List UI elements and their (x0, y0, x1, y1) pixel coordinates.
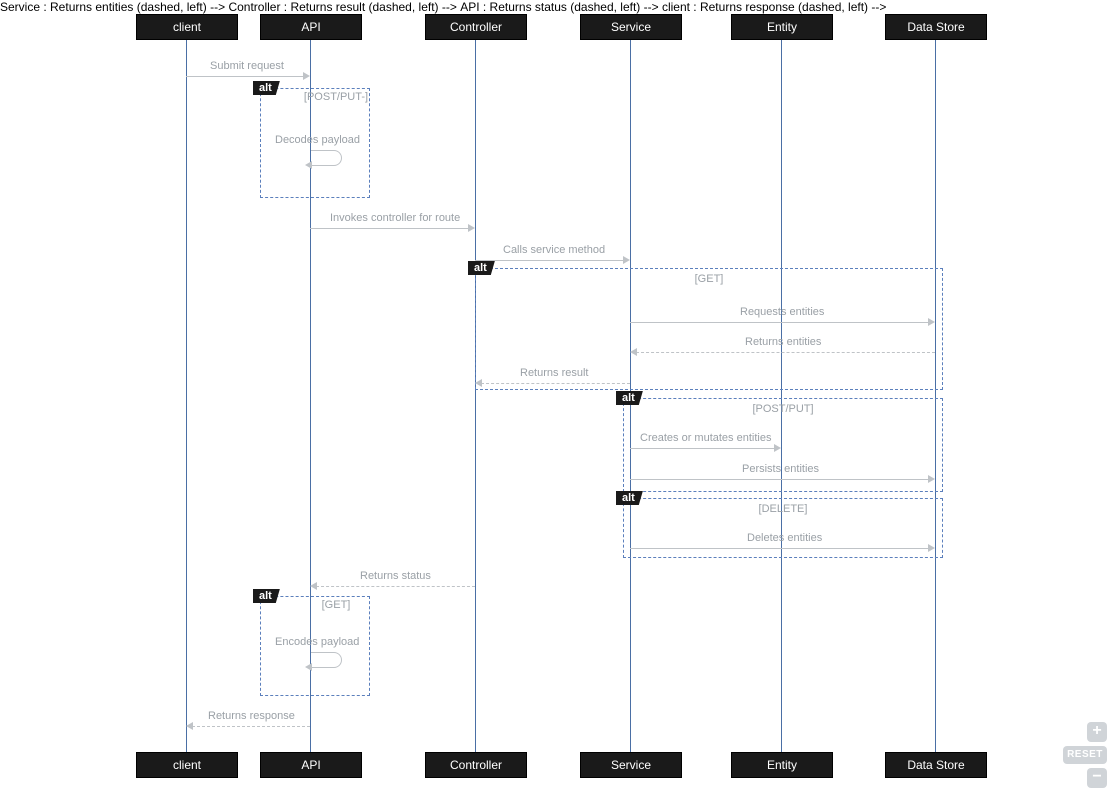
arrow-head-icon (928, 544, 935, 552)
actor-label: Service (611, 20, 651, 34)
arrow (186, 76, 304, 77)
actor-label: Data Store (907, 758, 964, 772)
actor-entity-bot: Entity (731, 752, 833, 778)
self-loop-icon (311, 652, 342, 668)
alt-tag: alt (253, 81, 280, 95)
self-loop-icon (311, 150, 342, 166)
lifeline-entity (781, 39, 782, 753)
msg-calls-service: Calls service method (503, 244, 605, 256)
arrow-head-icon (928, 475, 935, 483)
zoom-reset-button[interactable]: RESET (1063, 746, 1107, 764)
actor-api-top: API (260, 14, 362, 40)
alt-cond-get2: [GET] (301, 599, 371, 611)
arrow-head-icon (475, 379, 482, 387)
zoom-out-button[interactable]: − (1087, 768, 1107, 788)
arrow (316, 586, 475, 587)
alt-delete-box: alt [DELETE] (623, 498, 943, 558)
msg-ret-entities: Returns entities (745, 336, 821, 348)
actor-label: Entity (767, 20, 797, 34)
actor-datastore-top: Data Store (885, 14, 987, 40)
alt-cond-get: [GET] (476, 273, 942, 285)
reset-label: RESET (1067, 749, 1103, 760)
actor-label: Controller (450, 758, 502, 772)
actor-controller-bot: Controller (425, 752, 527, 778)
actor-entity-top: Entity (731, 14, 833, 40)
arrow (192, 726, 310, 727)
arrow (630, 322, 929, 323)
arrow-head-icon (774, 444, 781, 452)
actor-label: Controller (450, 20, 502, 34)
arrow (310, 228, 469, 229)
lifeline-controller (475, 39, 476, 753)
plus-icon: + (1092, 722, 1101, 739)
actor-client-top: client (136, 14, 238, 40)
arrow (630, 448, 775, 449)
sequence-diagram: client API Controller Service Entity Dat… (0, 0, 1115, 792)
msg-invokes-ctrl: Invokes controller for route (330, 212, 460, 224)
actor-label: Entity (767, 758, 797, 772)
msg-decodes-payload: Decodes payload (275, 134, 360, 146)
arrow (630, 548, 929, 549)
msg-ret-status: Returns status (360, 570, 431, 582)
arrow-head-icon (468, 224, 475, 232)
msg-encodes-payload: Encodes payload (275, 636, 359, 648)
actor-label: client (173, 20, 201, 34)
alt-cond-delete: [DELETE] (624, 503, 942, 515)
alt-cond-postput2: [POST/PUT] (624, 403, 942, 415)
msg-submit-request: Submit request (210, 60, 284, 72)
arrow-head-icon (303, 72, 310, 80)
actor-service-bot: Service (580, 752, 682, 778)
arrow-head-icon (623, 256, 630, 264)
msg-persists: Persists entities (742, 463, 819, 475)
arrow (630, 479, 929, 480)
actor-datastore-bot: Data Store (885, 752, 987, 778)
msg-ret-response: Returns response (208, 710, 295, 722)
arrow (481, 383, 630, 384)
alt-postput2-box: alt [POST/PUT] (623, 398, 943, 492)
actor-api-bot: API (260, 752, 362, 778)
lifeline-datastore (935, 39, 936, 753)
zoom-in-button[interactable]: + (1087, 722, 1107, 742)
arrow-head-icon (928, 318, 935, 326)
actor-client-bot: client (136, 752, 238, 778)
msg-deletes: Deletes entities (747, 532, 822, 544)
minus-icon: − (1092, 768, 1101, 785)
msg-ret-result: Returns result (520, 367, 588, 379)
arrow (636, 352, 935, 353)
actor-label: client (173, 758, 201, 772)
arrow-head-icon (186, 722, 193, 730)
alt-tag: alt (253, 589, 280, 603)
arrow (475, 260, 624, 261)
actor-label: API (301, 20, 320, 34)
actor-label: Service (611, 758, 651, 772)
arrow-head-icon (310, 582, 317, 590)
lifeline-client (186, 39, 187, 753)
actor-label: API (301, 758, 320, 772)
alt-cond-postput: [POST/PUT-] (301, 91, 371, 103)
actor-label: Data Store (907, 20, 964, 34)
msg-creates-mutates: Creates or mutates entities (640, 432, 771, 444)
msg-req-entities: Requests entities (740, 306, 824, 318)
actor-service-top: Service (580, 14, 682, 40)
actor-controller-top: Controller (425, 14, 527, 40)
arrow-head-icon (630, 348, 637, 356)
